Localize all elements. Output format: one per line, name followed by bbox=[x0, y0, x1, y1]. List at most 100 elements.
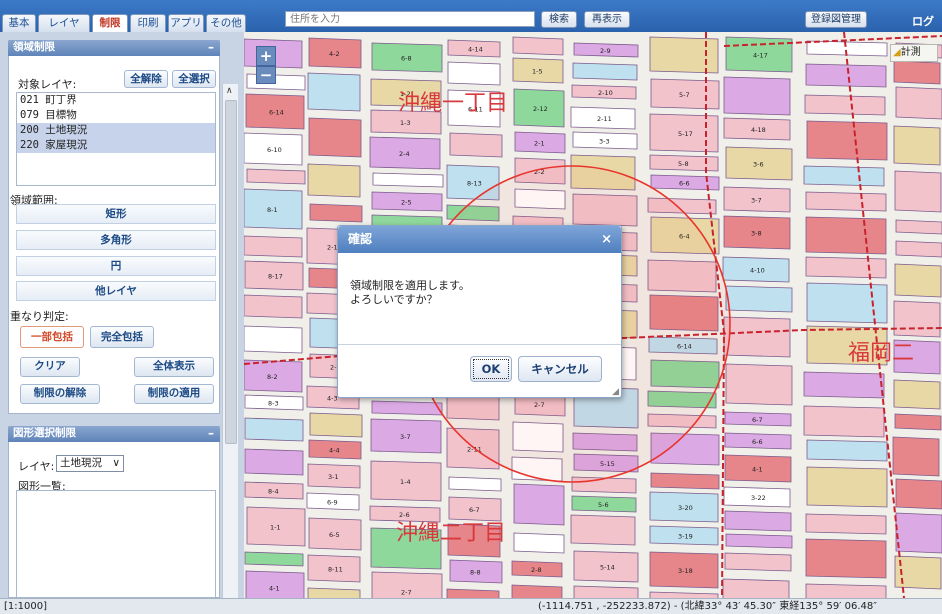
apply-restriction-button[interactable]: 制限の適用 bbox=[134, 384, 214, 404]
tab-print[interactable]: 印刷 bbox=[130, 14, 166, 32]
minimize-icon[interactable]: – bbox=[208, 426, 214, 441]
map-parcel[interactable] bbox=[895, 86, 942, 120]
map-parcel[interactable] bbox=[894, 263, 942, 298]
map-parcel[interactable] bbox=[246, 168, 306, 185]
map-parcel[interactable] bbox=[448, 476, 502, 492]
map-parcel[interactable] bbox=[446, 588, 500, 598]
map-parcel[interactable] bbox=[805, 63, 887, 88]
map-parcel[interactable] bbox=[893, 300, 941, 338]
map-parcel[interactable] bbox=[803, 405, 885, 438]
map-parcel[interactable] bbox=[244, 294, 303, 319]
map-parcel[interactable] bbox=[805, 583, 887, 598]
rectangle-button[interactable]: 矩形 bbox=[16, 204, 216, 224]
cancel-button[interactable]: キャンセル bbox=[518, 356, 602, 382]
map-parcel[interactable] bbox=[371, 400, 443, 416]
layer-list-item[interactable]: 021 町丁界 bbox=[17, 93, 215, 108]
map-parcel[interactable] bbox=[805, 191, 887, 212]
tab-app[interactable]: アプリ bbox=[168, 14, 204, 32]
map-parcel[interactable] bbox=[244, 325, 303, 354]
map-parcel[interactable] bbox=[649, 36, 719, 74]
map-parcel[interactable] bbox=[723, 316, 791, 358]
resize-handle-icon[interactable]: ◢ bbox=[612, 387, 619, 397]
map-parcel[interactable] bbox=[513, 532, 565, 554]
map-parcel[interactable] bbox=[724, 510, 792, 532]
search-button[interactable]: 検索 bbox=[541, 11, 577, 28]
map-parcel[interactable] bbox=[895, 512, 942, 554]
map-parcel[interactable] bbox=[307, 587, 361, 598]
layer-list[interactable]: 021 町丁界 079 目標物 200 土地現況 220 家屋現況 bbox=[16, 92, 216, 186]
region-restriction-title[interactable]: 領域制限 – bbox=[8, 40, 220, 56]
layer-list-item[interactable]: 200 土地現況 bbox=[17, 123, 215, 138]
ok-button[interactable]: OK bbox=[470, 356, 512, 382]
map-parcel[interactable] bbox=[894, 413, 942, 431]
map-parcel[interactable] bbox=[805, 256, 887, 279]
map-parcel[interactable] bbox=[806, 466, 888, 508]
clear-all-button[interactable]: 全解除 bbox=[124, 70, 168, 88]
map-parcel[interactable] bbox=[725, 533, 793, 549]
shape-selection-title[interactable]: 図形選択制限 – bbox=[8, 426, 220, 442]
map-parcel[interactable] bbox=[307, 72, 361, 112]
minimize-icon[interactable]: – bbox=[208, 40, 214, 55]
map-parcel[interactable] bbox=[806, 120, 888, 161]
map-parcel[interactable] bbox=[805, 513, 887, 535]
tab-other[interactable]: その他 bbox=[206, 14, 246, 32]
map-parcel[interactable] bbox=[895, 478, 942, 510]
map-parcel[interactable] bbox=[725, 363, 793, 406]
map-parcel[interactable] bbox=[449, 132, 503, 158]
address-input[interactable] bbox=[285, 11, 535, 27]
map-parcel[interactable] bbox=[893, 125, 941, 166]
other-layer-button[interactable]: 他レイヤ bbox=[16, 281, 216, 301]
select-all-button[interactable]: 全選択 bbox=[172, 70, 216, 88]
map-parcel[interactable] bbox=[512, 36, 564, 56]
map-parcel[interactable] bbox=[806, 282, 888, 324]
panel-scrollbar[interactable]: ∧ ∨ bbox=[222, 84, 238, 614]
shape-list[interactable] bbox=[16, 490, 216, 598]
close-icon[interactable]: × bbox=[601, 232, 612, 247]
map-parcel[interactable] bbox=[893, 60, 941, 85]
map-parcel[interactable] bbox=[244, 235, 303, 258]
partial-include-option[interactable]: 一部包括 bbox=[20, 326, 84, 348]
map-parcel[interactable] bbox=[803, 165, 885, 187]
full-include-option[interactable]: 完全包括 bbox=[90, 326, 154, 348]
map-parcel[interactable] bbox=[447, 61, 501, 86]
clear-button[interactable]: クリア bbox=[20, 357, 80, 377]
zoom-out-button[interactable]: − bbox=[256, 66, 276, 84]
shape-layer-select[interactable]: 土地現況 ∨ bbox=[56, 455, 124, 472]
show-all-button[interactable]: 全体表示 bbox=[134, 357, 214, 377]
release-restriction-button[interactable]: 制限の解除 bbox=[20, 384, 100, 404]
registered-map-button[interactable]: 登録図管理 bbox=[805, 11, 867, 28]
map-parcel[interactable] bbox=[307, 163, 361, 198]
map-parcel[interactable] bbox=[309, 412, 363, 438]
map-parcel[interactable] bbox=[572, 62, 638, 81]
map-parcel[interactable] bbox=[244, 417, 304, 442]
map-parcel[interactable] bbox=[570, 514, 636, 546]
map-parcel[interactable] bbox=[244, 551, 304, 567]
map-parcel[interactable] bbox=[895, 219, 942, 235]
map-parcel[interactable] bbox=[309, 203, 363, 223]
map-parcel[interactable] bbox=[806, 439, 888, 462]
map-parcel[interactable] bbox=[805, 216, 887, 255]
map-parcel[interactable] bbox=[244, 448, 304, 476]
map-parcel[interactable] bbox=[893, 379, 941, 410]
tab-layer[interactable]: レイヤ bbox=[38, 14, 90, 32]
polygon-button[interactable]: 多角形 bbox=[16, 230, 216, 250]
map-parcel[interactable] bbox=[723, 76, 791, 116]
map-parcel[interactable] bbox=[725, 285, 793, 313]
map-parcel[interactable] bbox=[804, 94, 886, 116]
zoom-in-button[interactable]: + bbox=[256, 46, 276, 66]
scroll-up-icon[interactable]: ∧ bbox=[226, 86, 233, 96]
map-parcel[interactable] bbox=[513, 483, 565, 526]
redisplay-button[interactable]: 再表示 bbox=[584, 11, 630, 28]
map-parcel[interactable] bbox=[511, 584, 563, 598]
map-parcel[interactable] bbox=[892, 436, 940, 477]
map-parcel[interactable] bbox=[803, 371, 885, 399]
dialog-title[interactable]: 確認 bbox=[338, 226, 621, 253]
map-parcel[interactable] bbox=[724, 552, 792, 572]
scrollbar-thumb[interactable] bbox=[225, 100, 237, 444]
layer-list-item[interactable]: 220 家屋現況 bbox=[17, 138, 215, 153]
tab-basic[interactable]: 基本 bbox=[2, 14, 36, 32]
map-parcel[interactable] bbox=[805, 538, 887, 579]
map-parcel[interactable] bbox=[308, 117, 362, 158]
map-parcel[interactable] bbox=[650, 472, 720, 490]
layer-list-item[interactable]: 079 目標物 bbox=[17, 108, 215, 123]
